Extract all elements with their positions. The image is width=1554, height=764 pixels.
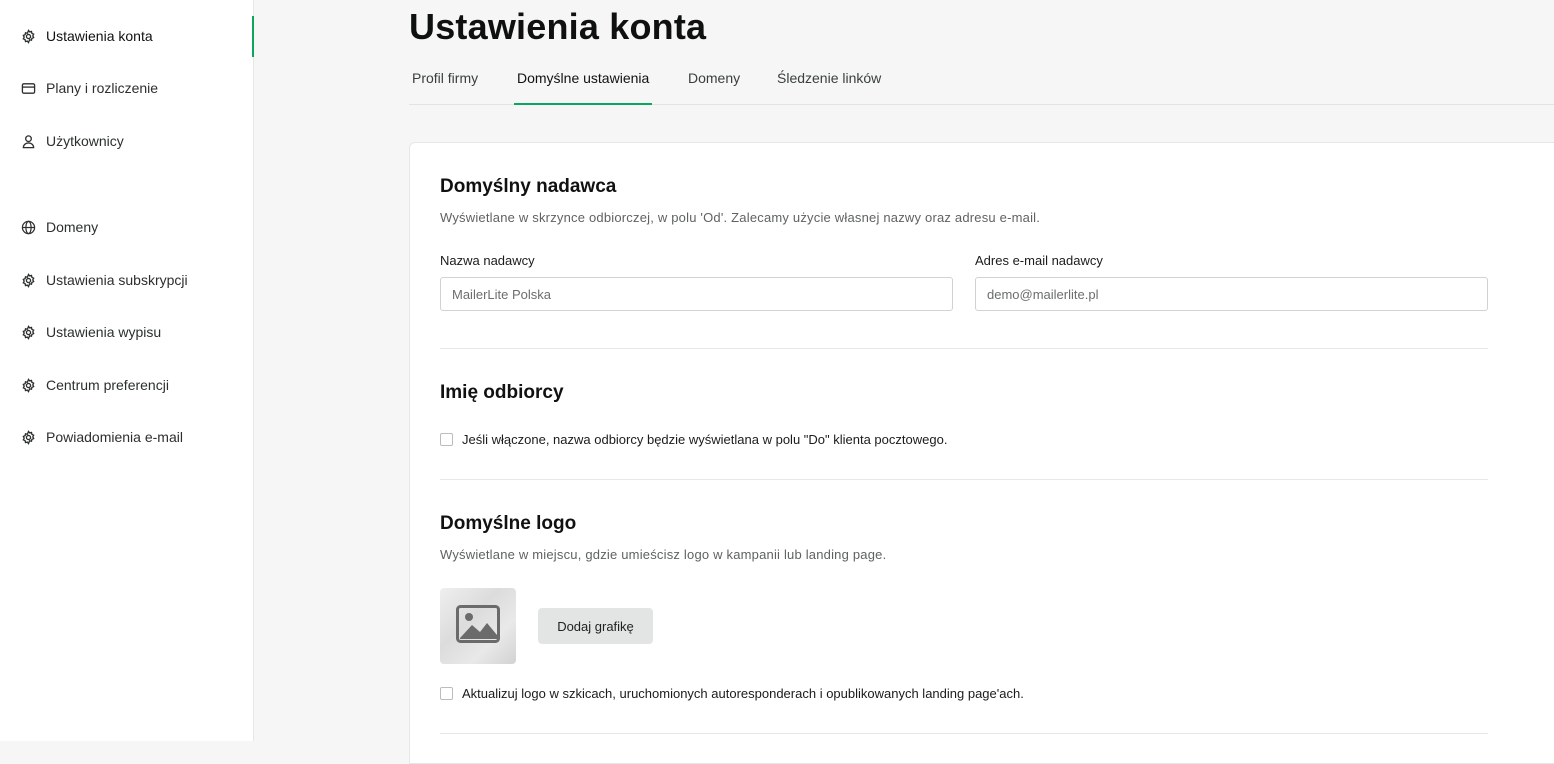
- gear-icon: [21, 28, 36, 44]
- recipient-name-checkbox-row[interactable]: Jeśli włączone, nazwa odbiorcy będzie wy…: [440, 432, 947, 447]
- section-divider: [440, 733, 1488, 734]
- sidebar-item-account-settings[interactable]: Ustawienia konta: [21, 25, 153, 47]
- logo-heading: Domyślne logo: [440, 513, 577, 534]
- section-divider: [440, 479, 1488, 480]
- globe-icon: [21, 220, 36, 235]
- settings-tabs: Profil firmy Domyślne ustawienia Domeny …: [409, 58, 1554, 105]
- sidebar-item-label: Ustawienia subskrypcji: [46, 272, 188, 288]
- sidebar-item-plans-billing[interactable]: Plany i rozliczenie: [21, 77, 158, 99]
- gear-icon: [21, 377, 36, 393]
- sidebar-item-label: Plany i rozliczenie: [46, 80, 159, 96]
- user-icon: [21, 134, 36, 149]
- sidebar-item-subscription-settings[interactable]: Ustawienia subskrypcji: [21, 269, 188, 291]
- sidebar-item-label: Domeny: [46, 219, 99, 235]
- sidebar-item-unsubscribe-settings[interactable]: Ustawienia wypisu: [21, 321, 161, 343]
- sidebar-item-email-notifications[interactable]: Powiadomienia e-mail: [21, 426, 183, 448]
- image-icon: [456, 604, 500, 648]
- gear-icon: [21, 429, 36, 445]
- sender-email-label: Adres e-mail nadawcy: [975, 253, 1103, 268]
- update-logo-checkbox-row[interactable]: Aktualizuj logo w szkicach, uruchomionyc…: [440, 686, 1024, 701]
- gear-icon: [21, 272, 36, 288]
- recipient-name-checkbox-label: Jeśli włączone, nazwa odbiorcy będzie wy…: [462, 432, 948, 447]
- sidebar-item-label: Centrum preferencji: [46, 377, 169, 393]
- sender-email-input[interactable]: [975, 277, 1488, 311]
- gear-icon: [21, 324, 36, 340]
- recipient-name-checkbox[interactable]: [440, 433, 453, 446]
- sidebar-item-preference-center[interactable]: Centrum preferencji: [21, 374, 169, 396]
- tab-link-tracking[interactable]: Śledzenie linków: [774, 70, 884, 103]
- add-image-button[interactable]: Dodaj grafikę: [538, 608, 653, 644]
- update-logo-checkbox-label: Aktualizuj logo w szkicach, uruchomionyc…: [462, 686, 1024, 701]
- logo-description: Wyświetlane w miejscu, gdzie umieścisz l…: [440, 547, 887, 562]
- tab-domains[interactable]: Domeny: [685, 70, 743, 103]
- tab-default-settings[interactable]: Domyślne ustawienia: [514, 70, 653, 105]
- recipient-heading: Imię odbiorcy: [440, 382, 564, 403]
- card-icon: [21, 81, 36, 96]
- logo-placeholder: [440, 588, 516, 664]
- sidebar: Ustawienia konta Plany i rozliczenie Uży…: [0, 0, 254, 741]
- sidebar-item-label: Ustawienia wypisu: [46, 324, 162, 340]
- sidebar-item-label: Powiadomienia e-mail: [46, 429, 183, 445]
- sidebar-active-indicator: [252, 16, 254, 57]
- sender-name-label: Nazwa nadawcy: [440, 253, 535, 268]
- sidebar-item-users[interactable]: Użytkownicy: [21, 130, 124, 152]
- section-divider: [440, 348, 1488, 349]
- sender-heading: Domyślny nadawca: [440, 176, 617, 197]
- sidebar-item-label: Użytkownicy: [46, 133, 124, 149]
- tab-company-profile[interactable]: Profil firmy: [409, 70, 481, 103]
- default-settings-card: Domyślny nadawca Wyświetlane w skrzynce …: [409, 142, 1554, 764]
- update-logo-checkbox[interactable]: [440, 687, 453, 700]
- page-title: Ustawienia konta: [409, 6, 707, 47]
- sender-name-input[interactable]: [440, 277, 953, 311]
- sidebar-item-label: Ustawienia konta: [46, 28, 153, 44]
- sidebar-item-domains[interactable]: Domeny: [21, 216, 98, 238]
- sender-description: Wyświetlane w skrzynce odbiorczej, w pol…: [440, 210, 1041, 225]
